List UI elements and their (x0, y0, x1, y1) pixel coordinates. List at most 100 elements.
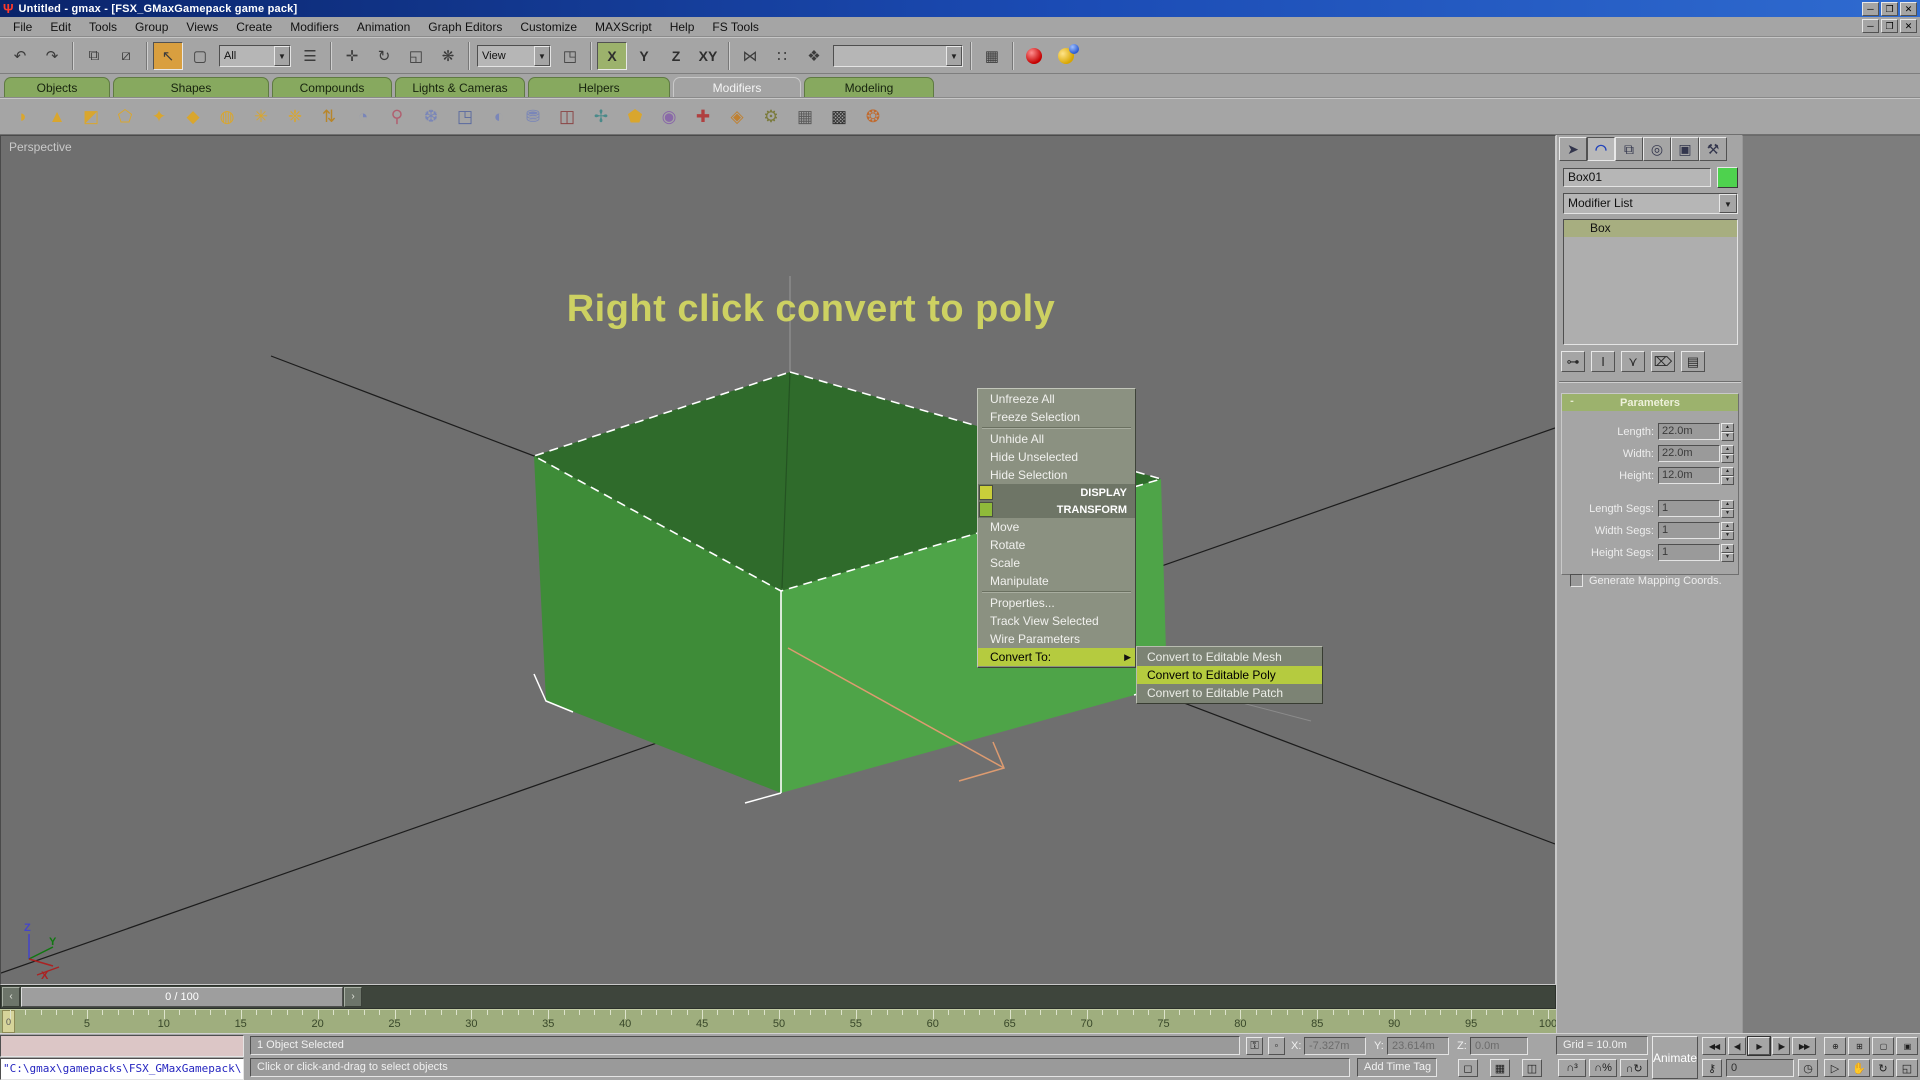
menu-item[interactable]: File (4, 18, 41, 36)
menu-item[interactable]: Modifiers (281, 18, 348, 36)
context-menu-item[interactable]: ▶ (982, 427, 1131, 429)
selection-lock-toggle[interactable]: ⚿ (1246, 1037, 1263, 1055)
spinner[interactable]: ▲▼ (1721, 467, 1734, 484)
unlink-selection-button[interactable]: ⧄ (111, 42, 141, 70)
reference-coordinate-system-dropdown[interactable]: View▼ (477, 45, 551, 67)
spinner[interactable]: ▲▼ (1721, 445, 1734, 462)
context-menu-item[interactable]: Hide Unselected ▶ (978, 448, 1135, 466)
x-coord-field[interactable]: -7.327m (1304, 1037, 1366, 1055)
modifier-button[interactable]: ◗ (8, 103, 38, 131)
menu-item[interactable]: Tools (80, 18, 126, 36)
tab-hierarchy[interactable]: ⧉ (1615, 137, 1643, 161)
time-configuration-button[interactable]: ◷ (1798, 1059, 1818, 1077)
modifier-button[interactable]: ⬟ (620, 103, 650, 131)
key-mode-toggle-button[interactable]: ⚷ (1702, 1059, 1722, 1077)
modifier-button[interactable]: ◫ (552, 103, 582, 131)
spinner[interactable]: ▲▼ (1721, 544, 1734, 561)
child-close-button[interactable]: ✕ (1900, 19, 1917, 33)
zoom-button[interactable]: ⊕ (1824, 1037, 1846, 1055)
context-menu-item[interactable]: Unfreeze All ▶ (978, 390, 1135, 408)
y-coord-field[interactable]: 23.614m (1387, 1037, 1449, 1055)
crossing-selection-button[interactable]: ◫ (1522, 1059, 1542, 1077)
object-name-field[interactable]: Box01 (1563, 168, 1711, 187)
select-and-scale-button[interactable]: ◱ (401, 42, 431, 70)
current-frame-field[interactable]: 0 (1726, 1059, 1794, 1077)
selection-filter-dropdown[interactable]: All▼ (219, 45, 291, 67)
modifier-button[interactable]: ▩ (824, 103, 854, 131)
animate-button[interactable]: Animate (1652, 1036, 1698, 1079)
select-object-button[interactable]: ↖ (153, 42, 183, 70)
rollout-header[interactable]: - Parameters (1562, 394, 1738, 411)
tab-create[interactable]: ➤ (1559, 137, 1587, 161)
tab-modify[interactable]: ◠ (1587, 137, 1615, 161)
time-slider-next-arrow[interactable]: › (344, 987, 362, 1007)
tab[interactable]: Modeling (804, 77, 934, 97)
rectangular-selection-region-button[interactable]: ▢ (185, 42, 215, 70)
maximize-button[interactable]: ❐ (1881, 2, 1898, 16)
absolute-mode-toggle[interactable]: ◦ (1268, 1037, 1285, 1055)
modifier-button[interactable]: ◉ (654, 103, 684, 131)
pin-stack-button[interactable]: ⊶ (1561, 351, 1585, 372)
track-bar[interactable]: 0 51015202530354045505560657075808590951… (0, 1009, 1556, 1033)
menu-item[interactable]: Customize (511, 18, 586, 36)
spinner-snap-button[interactable]: ∩↻ (1620, 1059, 1648, 1077)
menu-item[interactable]: Group (126, 18, 177, 36)
context-menu-item[interactable]: Scale ▶ (978, 554, 1135, 572)
tab[interactable]: Compounds (272, 77, 392, 97)
generate-mapping-coords-checkbox[interactable] (1570, 574, 1583, 587)
snap-toggle-3d-button[interactable]: ∩³ (1558, 1059, 1586, 1077)
dropdown-arrow-icon[interactable]: ▼ (274, 46, 290, 66)
submenu-item[interactable]: Convert to Editable Patch (1137, 684, 1322, 702)
restrict-to-x-button[interactable]: X (597, 42, 627, 70)
spinner[interactable]: ▲▼ (1721, 522, 1734, 539)
tab[interactable]: Helpers (528, 77, 670, 97)
perspective-viewport[interactable]: Z Y X Perspective Right click convert to… (0, 135, 1556, 985)
menu-item[interactable]: Graph Editors (419, 18, 511, 36)
tab-display[interactable]: ▣ (1671, 137, 1699, 161)
modifier-button[interactable]: ◆ (178, 103, 208, 131)
make-unique-button[interactable]: ⋎ (1621, 351, 1645, 372)
minimize-button[interactable]: ─ (1862, 2, 1879, 16)
parameter-value-field[interactable]: 22.0m (1658, 445, 1720, 462)
maxscript-listener-output[interactable] (0, 1035, 244, 1057)
modifier-stack-item[interactable]: Box (1564, 220, 1737, 237)
spinner[interactable]: ▲▼ (1721, 500, 1734, 517)
menu-item[interactable]: Animation (348, 18, 419, 36)
modifier-button[interactable]: ⛃ (518, 103, 548, 131)
render-button[interactable] (1051, 42, 1081, 70)
submenu-item[interactable]: Convert to Editable Poly (1137, 666, 1322, 684)
parameter-value-field[interactable]: 1 (1658, 522, 1720, 539)
dropdown-arrow-icon[interactable]: ▼ (946, 46, 962, 66)
time-slider-prev-arrow[interactable]: ‹ (2, 987, 20, 1007)
modifier-button[interactable]: ✢ (586, 103, 616, 131)
context-menu-item[interactable]: Rotate ▶ (978, 536, 1135, 554)
tab[interactable]: Shapes (113, 77, 269, 97)
zoom-extents-button[interactable]: ▢ (1872, 1037, 1894, 1055)
tab[interactable]: Modifiers (673, 77, 801, 97)
redo-button[interactable]: ↷ (37, 42, 67, 70)
tab-utilities[interactable]: ⚒ (1699, 137, 1727, 161)
next-frame-button[interactable]: |▶ (1772, 1037, 1790, 1055)
parameter-value-field[interactable]: 1 (1658, 500, 1720, 517)
use-pivot-point-center-button[interactable]: ◳ (555, 42, 585, 70)
zoom-extents-all-button[interactable]: ▣ (1896, 1037, 1918, 1055)
degradation-override-button[interactable]: ◻ (1458, 1059, 1478, 1077)
array-button[interactable]: ∷ (767, 42, 797, 70)
context-menu-item[interactable]: Freeze Selection ▶ (978, 408, 1135, 426)
modifier-button[interactable]: ▲ (42, 103, 72, 131)
modifier-button[interactable]: ⚙ (756, 103, 786, 131)
percent-snap-button[interactable]: ∩% (1589, 1059, 1617, 1077)
layout-button[interactable]: ▦ (977, 42, 1007, 70)
select-and-rotate-button[interactable]: ↻ (369, 42, 399, 70)
select-and-link-button[interactable]: ⧉ (79, 42, 109, 70)
selection-region-mode-button[interactable]: ▦ (1490, 1059, 1510, 1077)
play-button[interactable]: ▶ (1748, 1037, 1770, 1055)
menu-item[interactable]: Views (177, 18, 227, 36)
context-menu-item[interactable]: Manipulate ▶ (978, 572, 1135, 590)
context-menu-item[interactable]: Convert To: ▶ (978, 648, 1135, 666)
context-menu-item[interactable]: Move ▶ (978, 518, 1135, 536)
context-menu-item[interactable]: Properties... ▶ (978, 594, 1135, 612)
context-menu-item[interactable]: TRANSFORM ▶ (978, 501, 1135, 518)
zoom-region-button[interactable]: ⊞ (1848, 1037, 1870, 1055)
menu-item[interactable]: Edit (41, 18, 80, 36)
